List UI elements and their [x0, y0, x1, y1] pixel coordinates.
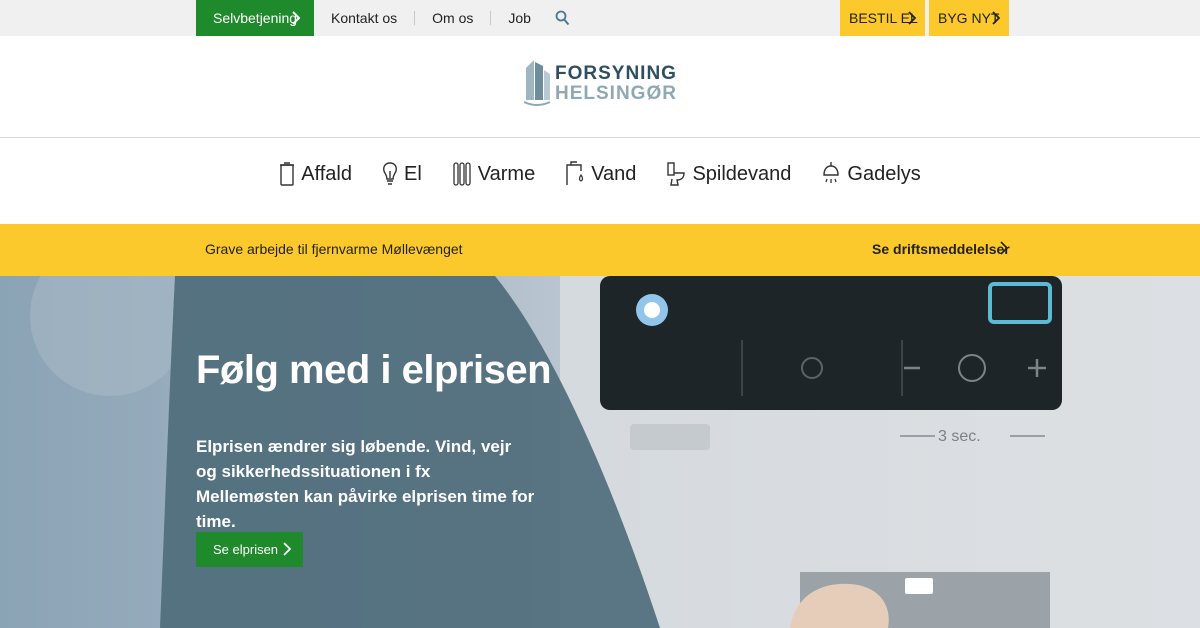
- nav-item-varme[interactable]: Varme: [452, 158, 535, 190]
- nav-item-vand[interactable]: Vand: [565, 158, 636, 190]
- hero-banner: 3 sec. Følg med i elprisen Elprisen ændr…: [0, 276, 1200, 628]
- build-new-button[interactable]: BYG NYT: [929, 0, 1009, 36]
- nav-item-label: Affald: [301, 162, 352, 185]
- cta-label: Se elprisen: [213, 542, 279, 557]
- toilet-icon: [667, 162, 686, 186]
- chevron-right-icon: [283, 542, 291, 556]
- lightbulb-icon: [383, 162, 397, 185]
- radiator-icon: [453, 162, 471, 186]
- utility-links: Kontakt os Om os Job: [314, 0, 572, 36]
- about-link[interactable]: Om os: [415, 10, 490, 26]
- hero-title: Følg med i elprisen: [196, 348, 552, 392]
- nav-item-affald[interactable]: Affald: [279, 158, 352, 190]
- order-power-button[interactable]: BESTIL EL: [840, 0, 925, 36]
- nav-item-label: Spildevand: [692, 162, 792, 185]
- sails-logo-icon: [523, 60, 551, 106]
- search-icon[interactable]: [554, 9, 572, 27]
- see-operations-link[interactable]: Se driftsmeddelelser: [872, 241, 1010, 257]
- nav-item-label: El: [403, 162, 422, 185]
- build-new-label: BYG NYT: [938, 10, 1000, 26]
- waste-bin-icon: [280, 162, 295, 186]
- hero-lead: Elprisen ændrer sig løbende. Vind, vejr …: [196, 437, 535, 531]
- nav-item-label: Gadelys: [847, 162, 921, 185]
- see-power-price-button[interactable]: Se elprisen: [196, 532, 303, 567]
- chevron-right-icon: [292, 11, 300, 25]
- main-navigation: Affald El Varme Vand Spildevand Gadelys: [0, 138, 1200, 224]
- jobs-link[interactable]: Job: [491, 10, 548, 26]
- nav-item-spildevand[interactable]: Spildevand: [666, 158, 791, 190]
- chevron-right-icon: [992, 11, 1000, 25]
- nav-item-label: Varme: [477, 162, 536, 185]
- logo-line-2: HELSINGØR: [555, 83, 677, 104]
- chevron-right-icon: [908, 11, 916, 25]
- faucet-icon: [566, 161, 584, 185]
- logo-line-1: FORSYNING: [555, 63, 677, 84]
- chevron-right-icon: [1000, 241, 1008, 255]
- streetlamp-icon: [823, 162, 840, 183]
- notice-message[interactable]: Grave arbejde til fjernvarme Møllevænget: [205, 241, 463, 257]
- self-service-button[interactable]: Selvbetjening: [196, 0, 314, 36]
- contact-link[interactable]: Kontakt os: [314, 10, 414, 26]
- self-service-label: Selvbetjening: [213, 10, 298, 26]
- site-header: FORSYNING HELSINGØR: [0, 36, 1200, 138]
- top-utility-bar: Selvbetjening Kontakt os Om os Job BESTI…: [0, 0, 1200, 36]
- nav-item-el[interactable]: El: [382, 158, 422, 190]
- nav-item-label: Vand: [591, 162, 637, 185]
- operations-notice-bar: Grave arbejde til fjernvarme Møllevænget…: [0, 224, 1200, 276]
- site-logo[interactable]: FORSYNING HELSINGØR: [522, 58, 692, 112]
- nav-item-gadelys[interactable]: Gadelys: [821, 158, 921, 190]
- appliance-display-text: 3 sec.: [938, 428, 981, 445]
